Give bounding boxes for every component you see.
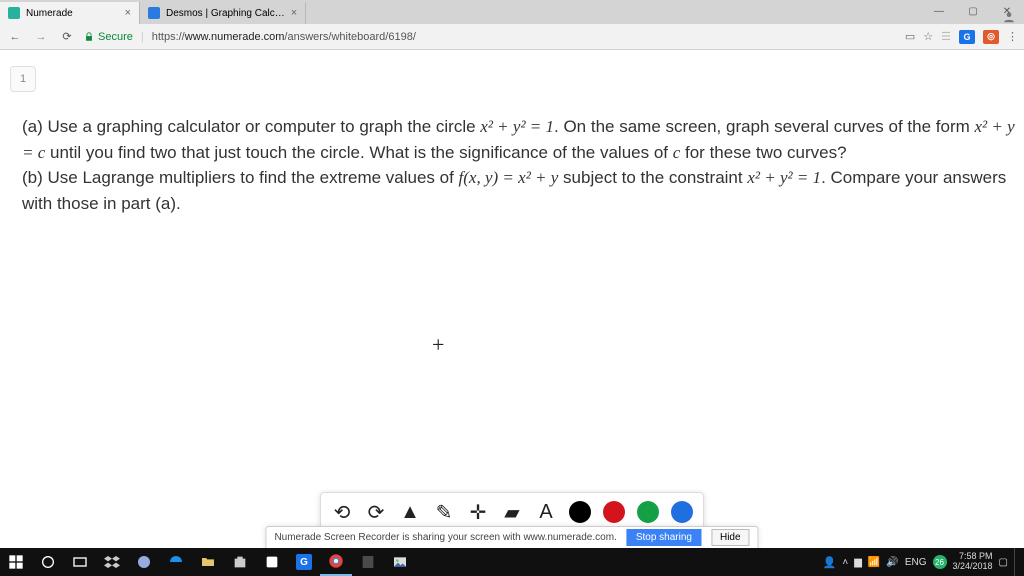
url-scheme: https://	[152, 31, 185, 43]
browser-tab-numerade[interactable]: Numerade ×	[0, 2, 140, 24]
text-a-4: for these two curves?	[680, 143, 846, 162]
text-a-2: . On the same screen, graph several curv…	[554, 117, 974, 136]
window-controls: — ▢ ✕	[922, 0, 1024, 22]
text-b-2: subject to the constraint	[558, 168, 747, 187]
tab-title: Numerade	[26, 8, 73, 19]
browser-tab-strip: Numerade × Desmos | Graphing Calc… × — ▢…	[0, 0, 1024, 24]
pen-tool[interactable]: ✎	[433, 500, 455, 525]
taskbar-app-paint[interactable]	[384, 548, 416, 576]
close-button[interactable]: ✕	[990, 0, 1024, 22]
volume-icon[interactable]: 🔊	[886, 557, 898, 568]
folder-icon	[200, 554, 216, 570]
color-red[interactable]	[603, 501, 625, 523]
hide-sharing-button[interactable]: Hide	[711, 529, 750, 546]
notification-badge[interactable]: 26	[933, 555, 947, 569]
secure-label: Secure	[98, 31, 133, 43]
taskbar-app-explorer[interactable]	[192, 548, 224, 576]
back-button[interactable]: ←	[6, 31, 24, 43]
system-tray: 👤 ˄ ▆ 📶 🔊 ENG 26 7:58 PM 3/24/2018 ▢	[823, 548, 1024, 576]
math-circle: x² + y² = 1	[480, 117, 554, 136]
image-icon	[392, 554, 408, 570]
whiteboard-page-1[interactable]: 1	[10, 66, 36, 92]
tab-title: Desmos | Graphing Calc…	[166, 8, 285, 19]
color-black[interactable]	[569, 501, 591, 523]
address-bar: ← → ⟳ Secure | https://www.numerade.com/…	[0, 24, 1024, 50]
menu-button[interactable]: ⋮	[1007, 30, 1018, 43]
maximize-button[interactable]: ▢	[956, 0, 990, 22]
cursor-crosshair-icon: +	[432, 332, 444, 358]
taskbar-app-edge[interactable]	[160, 548, 192, 576]
windows-icon	[8, 554, 24, 570]
sublime-icon	[360, 554, 376, 570]
browser-tab-desmos[interactable]: Desmos | Graphing Calc… ×	[140, 2, 306, 24]
wifi-icon[interactable]: 📶	[868, 557, 880, 568]
share-status-text: Numerade Screen Recorder is sharing your…	[274, 532, 616, 543]
g-badge-icon: G	[296, 554, 312, 570]
bookmark-star-icon[interactable]: ☆	[923, 30, 933, 43]
lock-icon	[84, 32, 94, 42]
clock-date: 3/24/2018	[953, 562, 993, 572]
add-tool[interactable]: ✛	[467, 500, 489, 525]
ie-icon	[136, 554, 152, 570]
secure-indicator[interactable]: Secure	[84, 31, 133, 43]
cast-icon[interactable]: ▭	[905, 30, 915, 43]
text-a-1: (a) Use a graphing calculator or compute…	[22, 117, 480, 136]
battery-icon[interactable]: ▆	[854, 557, 862, 568]
people-icon[interactable]: 👤	[823, 556, 837, 569]
taskbar-app-snip[interactable]	[256, 548, 288, 576]
taskbar-left: G	[0, 548, 416, 576]
chrome-icon	[328, 553, 344, 569]
reload-button[interactable]: ⟳	[58, 30, 76, 43]
task-view-button[interactable]	[64, 548, 96, 576]
toolbar-right: ▭ ☆ ☰ G ◎ ⋮	[905, 30, 1018, 44]
close-icon[interactable]: ×	[291, 7, 297, 19]
tray-chevron-icon[interactable]: ˄	[842, 557, 848, 568]
screen-share-banner: Numerade Screen Recorder is sharing your…	[265, 526, 758, 548]
minimize-button[interactable]: —	[922, 0, 956, 22]
undo-button[interactable]: ⟲	[331, 500, 353, 525]
page-content: 1 (a) Use a graphing calculator or compu…	[0, 50, 1024, 548]
taskbar-app-chrome[interactable]	[320, 548, 352, 576]
url-display[interactable]: https://www.numerade.com/answers/whitebo…	[152, 31, 416, 43]
taskbar-app-dropbox[interactable]	[96, 548, 128, 576]
text-a-3: until you find two that just touch the c…	[45, 143, 672, 162]
favicon-numerade	[8, 7, 20, 19]
start-button[interactable]	[0, 548, 32, 576]
dropbox-icon	[104, 554, 120, 570]
circle-icon	[40, 554, 56, 570]
close-icon[interactable]: ×	[125, 7, 131, 19]
math-constraint: x² + y² = 1	[747, 168, 821, 187]
color-green[interactable]	[637, 501, 659, 523]
language-indicator[interactable]: ENG	[905, 557, 927, 568]
store-icon	[232, 554, 248, 570]
favicon-desmos	[148, 7, 160, 19]
redo-button[interactable]: ⟳	[365, 500, 387, 525]
taskbar-app-sublime[interactable]	[352, 548, 384, 576]
text-b-1: (b) Use Lagrange multipliers to find the…	[22, 168, 459, 187]
taskview-icon	[72, 554, 88, 570]
windows-taskbar: G 👤 ˄ ▆ 📶 🔊 ENG 26 7:58 PM 3/24/2018 ▢	[0, 548, 1024, 576]
color-blue[interactable]	[671, 501, 693, 523]
taskbar-clock[interactable]: 7:58 PM 3/24/2018	[953, 552, 993, 572]
forward-button[interactable]: →	[32, 31, 50, 43]
snip-icon	[264, 554, 280, 570]
extension-g-icon[interactable]: G	[959, 30, 975, 44]
shape-tool[interactable]: ▰	[501, 500, 523, 525]
pointer-tool[interactable]: ▲	[399, 501, 421, 524]
url-path: /answers/whiteboard/6198/	[284, 31, 415, 43]
url-domain: www.numerade.com	[185, 31, 285, 43]
show-desktop-button[interactable]	[1014, 548, 1018, 576]
extension-o-icon[interactable]: ◎	[983, 30, 999, 44]
problem-text: (a) Use a graphing calculator or compute…	[22, 114, 1020, 216]
taskbar-app-store[interactable]	[224, 548, 256, 576]
edge-icon	[168, 554, 184, 570]
text-tool[interactable]: A	[535, 501, 557, 524]
cortana-button[interactable]	[32, 548, 64, 576]
stop-sharing-button[interactable]: Stop sharing	[627, 529, 701, 546]
list-icon[interactable]: ☰	[941, 30, 951, 43]
taskbar-app-ie[interactable]	[128, 548, 160, 576]
math-f: f(x, y) = x² + y	[459, 168, 559, 187]
action-center-icon[interactable]: ▢	[999, 557, 1008, 568]
taskbar-app-g[interactable]: G	[288, 548, 320, 576]
